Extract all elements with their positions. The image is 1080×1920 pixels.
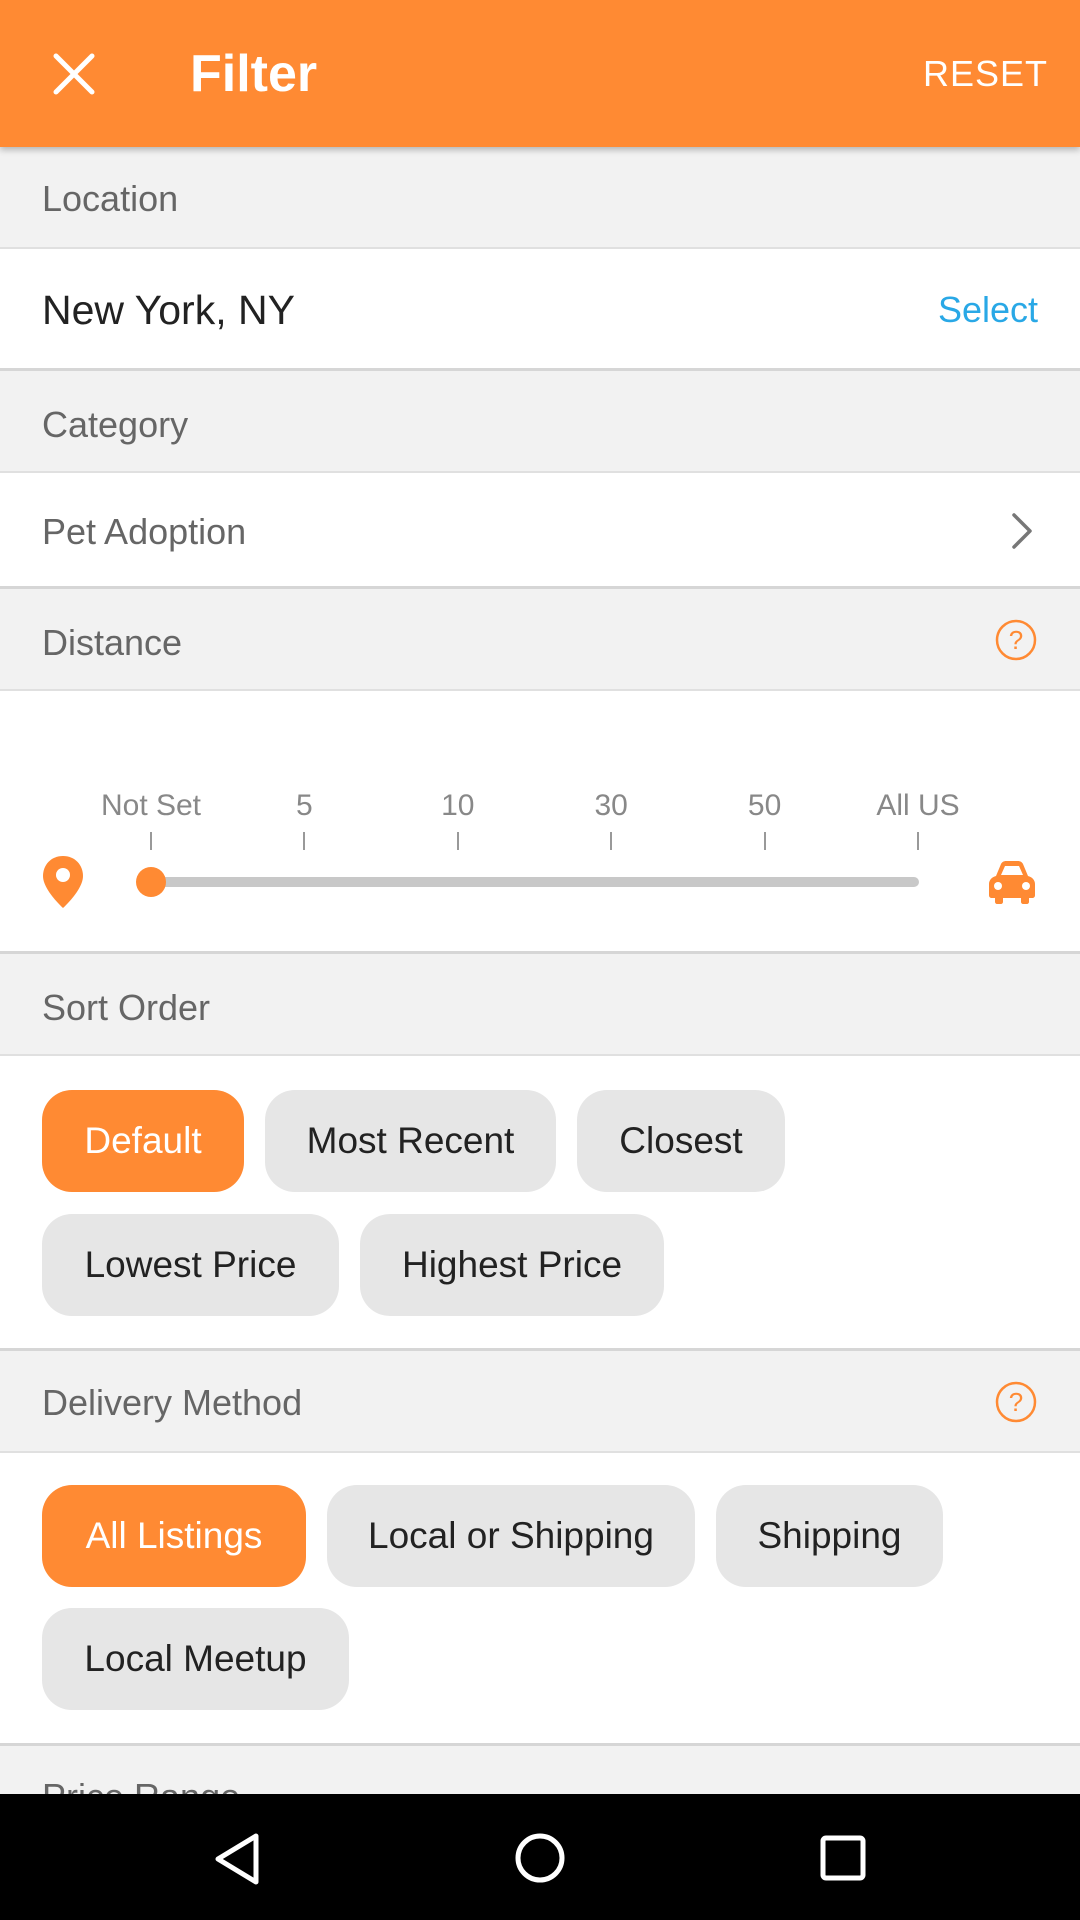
category-header: Category xyxy=(0,371,1080,473)
page-title: Filter xyxy=(190,45,318,103)
location-pin-icon xyxy=(40,854,86,910)
sort-option-default[interactable]: Default xyxy=(42,1090,244,1192)
location-header: Location xyxy=(0,147,1080,249)
system-nav-bar xyxy=(0,1794,1080,1920)
svg-text:?: ? xyxy=(1009,625,1023,655)
distance-tick-mark xyxy=(763,832,766,850)
delivery-option-all-listings[interactable]: All Listings xyxy=(42,1485,306,1587)
delivery-option-local-or-shipping[interactable]: Local or Shipping xyxy=(327,1485,695,1587)
sort-option-closest[interactable]: Closest xyxy=(577,1090,785,1192)
location-header-label: Location xyxy=(42,178,179,219)
close-icon[interactable] xyxy=(44,44,104,104)
sort-order-options: Default Most Recent Closest Lowest Price… xyxy=(0,1056,1080,1351)
delivery-method-header: Delivery Method ? xyxy=(0,1351,1080,1453)
distance-tick-label: All US xyxy=(876,789,960,822)
distance-tick-mark xyxy=(150,832,152,850)
distance-header-label: Distance xyxy=(42,622,183,663)
home-icon[interactable] xyxy=(513,1831,567,1885)
location-row[interactable]: New York, NY Select xyxy=(0,249,1080,371)
sort-option-highest-price[interactable]: Highest Price xyxy=(360,1214,664,1316)
distance-slider-area: Not Set 5 10 30 50 All US xyxy=(0,691,1080,954)
distance-tick-mark xyxy=(303,832,306,850)
reset-button[interactable]: RESET xyxy=(923,50,1048,98)
distance-tick-mark xyxy=(917,832,919,850)
distance-slider-thumb[interactable] xyxy=(136,867,166,897)
app-bar: Filter RESET xyxy=(0,0,1080,147)
location-value: New York, NY xyxy=(42,287,295,333)
distance-tick-mark xyxy=(456,832,459,850)
delivery-method-header-label: Delivery Method xyxy=(42,1382,303,1423)
svg-text:?: ? xyxy=(1009,1387,1023,1417)
location-select-link[interactable]: Select xyxy=(938,289,1038,331)
sort-option-lowest-price[interactable]: Lowest Price xyxy=(42,1214,339,1316)
category-row[interactable]: Pet Adoption xyxy=(0,473,1080,589)
help-icon[interactable]: ? xyxy=(994,1380,1038,1424)
help-icon[interactable]: ? xyxy=(994,618,1038,662)
chevron-right-icon xyxy=(1008,511,1036,551)
sort-order-header: Sort Order xyxy=(0,954,1080,1056)
delivery-method-options: All Listings Local or Shipping Shipping … xyxy=(0,1453,1080,1746)
recents-icon[interactable] xyxy=(819,1834,867,1882)
car-icon xyxy=(986,858,1038,904)
category-value: Pet Adoption xyxy=(42,511,247,552)
distance-tick-mark xyxy=(610,832,613,850)
distance-header: Distance ? xyxy=(0,589,1080,691)
sort-order-header-label: Sort Order xyxy=(42,987,211,1028)
back-icon[interactable] xyxy=(212,1832,262,1886)
delivery-option-shipping[interactable]: Shipping xyxy=(716,1485,943,1587)
sort-option-most-recent[interactable]: Most Recent xyxy=(265,1090,556,1192)
delivery-option-local-meetup[interactable]: Local Meetup xyxy=(42,1608,349,1710)
distance-slider-track[interactable] xyxy=(150,877,919,887)
category-header-label: Category xyxy=(42,404,189,445)
